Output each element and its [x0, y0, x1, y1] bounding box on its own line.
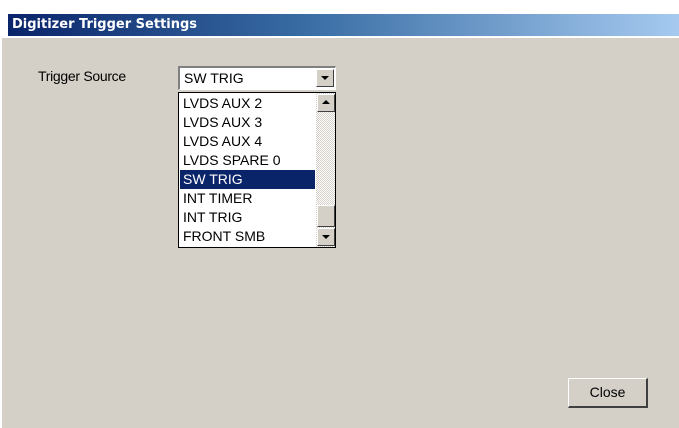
title-bar: Digitizer Trigger Settings [2, 0, 679, 38]
trigger-source-list[interactable]: LVDS AUX 2 LVDS AUX 3 LVDS AUX 4 LVDS SPARE… [178, 92, 336, 248]
scroll-down-button[interactable] [317, 228, 335, 246]
list-item[interactable]: LVDS SPARE 0 [180, 151, 315, 170]
trigger-source-value: SW TRIG [184, 70, 244, 86]
arrow-up-icon [322, 100, 330, 104]
close-button[interactable]: Close [568, 378, 648, 408]
trigger-source-label: Trigger Source [38, 68, 126, 84]
window-title: Digitizer Trigger Settings [12, 17, 198, 32]
chevron-down-icon [321, 76, 329, 80]
trigger-source-dropdown[interactable]: SW TRIG [178, 66, 336, 90]
scroll-up-button[interactable] [317, 94, 335, 112]
list-item[interactable]: SW TRIG [180, 170, 315, 189]
list-item[interactable]: INT TRIG [180, 208, 315, 227]
arrow-down-icon [322, 235, 330, 239]
option-list: LVDS AUX 2 LVDS AUX 3 LVDS AUX 4 LVDS SPARE… [180, 94, 315, 246]
dialog-window: Digitizer Trigger Settings Trigger Sourc… [0, 0, 679, 428]
list-item[interactable]: LVDS AUX 3 [180, 113, 315, 132]
list-item[interactable]: LVDS AUX 2 [180, 94, 315, 113]
list-item[interactable]: INT TIMER [180, 189, 315, 208]
scroll-thumb[interactable] [317, 205, 335, 227]
list-scrollbar[interactable] [316, 93, 335, 247]
list-item[interactable]: FRONT SMB [180, 227, 315, 246]
list-item[interactable]: LVDS AUX 4 [180, 132, 315, 151]
dropdown-button[interactable] [316, 69, 334, 87]
